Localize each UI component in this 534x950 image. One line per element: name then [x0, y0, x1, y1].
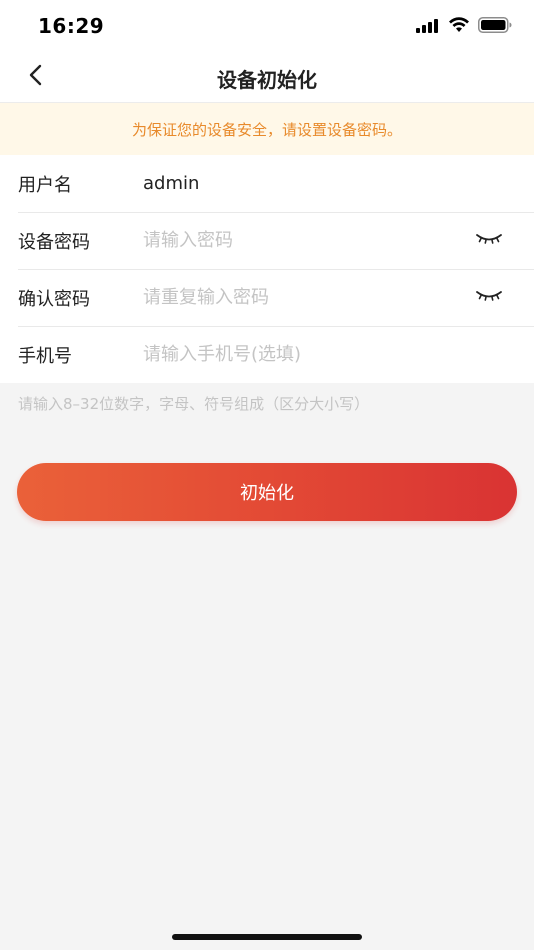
status-icons — [416, 17, 512, 37]
nav-bar: 设备初始化 — [0, 52, 534, 103]
status-bar: 16:29 — [0, 0, 534, 52]
wifi-icon — [448, 17, 470, 37]
username-field[interactable] — [143, 173, 453, 194]
phone-row: 手机号 — [0, 326, 534, 383]
confirm-password-row: 确认密码 — [0, 269, 534, 326]
signal-icon — [416, 18, 440, 37]
toggle-confirm-password-visibility-button[interactable] — [472, 286, 506, 310]
security-notice-banner: 为保证您的设备安全，请设置设备密码。 — [0, 103, 534, 155]
init-form: 用户名 设备密码 确认密码 — [0, 155, 534, 383]
phone-field[interactable] — [143, 344, 453, 365]
eye-closed-icon — [475, 288, 503, 307]
notice-text: 为保证您的设备安全，请设置设备密码。 — [131, 120, 402, 139]
page-title: 设备初始化 — [217, 68, 317, 92]
phone-label: 手机号 — [18, 345, 72, 367]
username-label: 用户名 — [18, 174, 72, 196]
confirm-password-label: 确认密码 — [18, 288, 90, 310]
eye-closed-icon — [475, 231, 503, 250]
password-label: 设备密码 — [18, 231, 90, 253]
toggle-password-visibility-button[interactable] — [472, 229, 506, 253]
battery-icon — [478, 17, 512, 37]
password-rule-hint: 请输入8–32位数字，字母、符号组成（区分大小写） — [18, 395, 370, 413]
username-row: 用户名 — [0, 155, 534, 212]
password-row: 设备密码 — [0, 212, 534, 269]
initialize-button[interactable]: 初始化 — [17, 463, 517, 521]
confirm-password-field[interactable] — [143, 287, 453, 308]
password-field[interactable] — [143, 230, 453, 251]
home-indicator[interactable] — [172, 934, 362, 940]
status-time: 16:29 — [38, 14, 105, 38]
